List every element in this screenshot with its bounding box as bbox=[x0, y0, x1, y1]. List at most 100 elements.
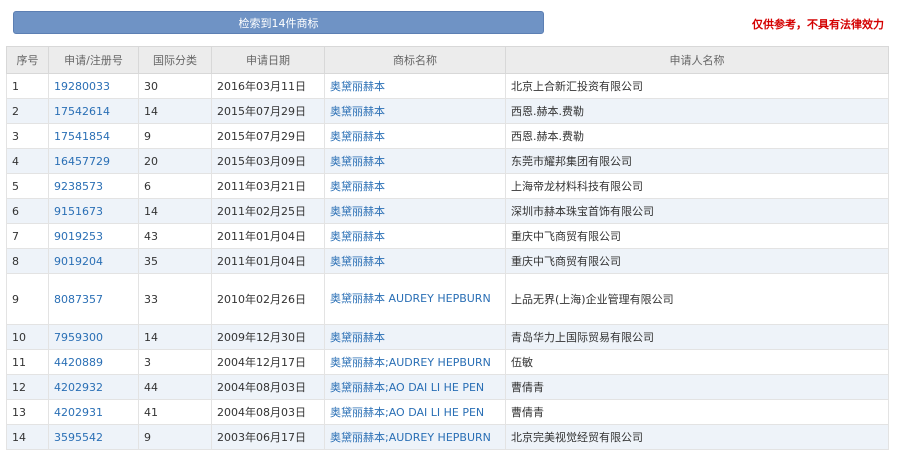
cell-no: 14 bbox=[6, 424, 49, 450]
cell-class: 14 bbox=[138, 198, 212, 224]
cell-no: 13 bbox=[6, 399, 49, 425]
cell-date: 2009年12月30日 bbox=[211, 324, 325, 350]
table-row: 11 4420889 3 2004年12月17日 奥黛丽赫本;AUDREY HEPBUR… bbox=[6, 349, 889, 375]
cell-class: 43 bbox=[138, 223, 212, 249]
cell-applicant: 重庆中飞商贸有限公司 bbox=[505, 223, 889, 249]
toolbar: 检索到14件商标 仅供参考，不具有法律效力 bbox=[0, 0, 900, 44]
cell-reg-no[interactable]: 9019253 bbox=[48, 223, 139, 249]
table-row: 2 17542614 14 2015年07月29日 奥黛丽赫本 西恩.赫本.费勒 bbox=[6, 98, 889, 124]
cell-applicant: 上海帝龙材料科技有限公司 bbox=[505, 173, 889, 199]
cell-date: 2004年12月17日 bbox=[211, 349, 325, 375]
cell-date: 2011年02月25日 bbox=[211, 198, 325, 224]
cell-applicant: 曹倩青 bbox=[505, 399, 889, 425]
cell-class: 6 bbox=[138, 173, 212, 199]
cell-reg-no[interactable]: 9019204 bbox=[48, 248, 139, 274]
cell-mark-name[interactable]: 奥黛丽赫本;AUDREY HEPBURN bbox=[324, 424, 506, 450]
cell-reg-no[interactable]: 19280033 bbox=[48, 73, 139, 99]
cell-no: 3 bbox=[6, 123, 49, 149]
cell-mark-name[interactable]: 奥黛丽赫本 bbox=[324, 324, 506, 350]
cell-reg-no[interactable]: 4202932 bbox=[48, 374, 139, 400]
cell-reg-no[interactable]: 8087357 bbox=[48, 273, 139, 325]
table-row: 10 7959300 14 2009年12月30日 奥黛丽赫本 青岛华力上国际贸易有限公司 bbox=[6, 324, 889, 350]
table-row: 3 17541854 9 2015年07月29日 奥黛丽赫本 西恩.赫本.费勒 bbox=[6, 123, 889, 149]
cell-class: 44 bbox=[138, 374, 212, 400]
header-no: 序号 bbox=[6, 46, 49, 74]
cell-mark-name[interactable]: 奥黛丽赫本 bbox=[324, 98, 506, 124]
cell-reg-no[interactable]: 16457729 bbox=[48, 148, 139, 174]
cell-class: 3 bbox=[138, 349, 212, 375]
cell-mark-name[interactable]: 奥黛丽赫本 bbox=[324, 123, 506, 149]
cell-date: 2015年07月29日 bbox=[211, 98, 325, 124]
cell-date: 2015年07月29日 bbox=[211, 123, 325, 149]
cell-no: 2 bbox=[6, 98, 49, 124]
cell-mark-name[interactable]: 奥黛丽赫本 bbox=[324, 148, 506, 174]
cell-mark-name[interactable]: 奥黛丽赫本;AO DAI LI HE PEN bbox=[324, 374, 506, 400]
cell-no: 4 bbox=[6, 148, 49, 174]
cell-no: 5 bbox=[6, 173, 49, 199]
table-row: 14 3595542 9 2003年06月17日 奥黛丽赫本;AUDREY HEPBUR… bbox=[6, 424, 889, 450]
table-header-row: 序号 申请/注册号 国际分类 申请日期 商标名称 申请人名称 bbox=[6, 46, 889, 74]
table-row: 1 19280033 30 2016年03月11日 奥黛丽赫本 北京上合新汇投资有限公司 bbox=[6, 73, 889, 99]
cell-applicant: 青岛华力上国际贸易有限公司 bbox=[505, 324, 889, 350]
header-date: 申请日期 bbox=[211, 46, 325, 74]
cell-no: 12 bbox=[6, 374, 49, 400]
table-row: 8 9019204 35 2011年01月04日 奥黛丽赫本 重庆中飞商贸有限公司 bbox=[6, 248, 889, 274]
cell-class: 33 bbox=[138, 273, 212, 325]
cell-date: 2011年01月04日 bbox=[211, 248, 325, 274]
cell-mark-name[interactable]: 奥黛丽赫本 bbox=[324, 223, 506, 249]
cell-applicant: 西恩.赫本.费勒 bbox=[505, 123, 889, 149]
cell-date: 2003年06月17日 bbox=[211, 424, 325, 450]
cell-date: 2004年08月03日 bbox=[211, 374, 325, 400]
cell-no: 10 bbox=[6, 324, 49, 350]
cell-date: 2011年03月21日 bbox=[211, 173, 325, 199]
cell-mark-name[interactable]: 奥黛丽赫本 AUDREY HEPBURN bbox=[324, 273, 506, 325]
cell-reg-no[interactable]: 3595542 bbox=[48, 424, 139, 450]
cell-class: 14 bbox=[138, 324, 212, 350]
cell-applicant: 北京上合新汇投资有限公司 bbox=[505, 73, 889, 99]
cell-reg-no[interactable]: 9151673 bbox=[48, 198, 139, 224]
cell-date: 2004年08月03日 bbox=[211, 399, 325, 425]
table-row: 13 4202931 41 2004年08月03日 奥黛丽赫本;AO DAI LI HE… bbox=[6, 399, 889, 425]
cell-reg-no[interactable]: 7959300 bbox=[48, 324, 139, 350]
cell-no: 8 bbox=[6, 248, 49, 274]
cell-mark-name[interactable]: 奥黛丽赫本;AUDREY HEPBURN bbox=[324, 349, 506, 375]
result-count-button[interactable]: 检索到14件商标 bbox=[13, 11, 544, 34]
cell-no: 11 bbox=[6, 349, 49, 375]
cell-reg-no[interactable]: 17541854 bbox=[48, 123, 139, 149]
table-row: 9 8087357 33 2010年02月26日 奥黛丽赫本 AUDREY HEPBUR… bbox=[6, 273, 889, 325]
header-class: 国际分类 bbox=[138, 46, 212, 74]
table-row: 4 16457729 20 2015年03月09日 奥黛丽赫本 东莞市耀邦集团有限公司 bbox=[6, 148, 889, 174]
cell-date: 2015年03月09日 bbox=[211, 148, 325, 174]
cell-applicant: 伍敏 bbox=[505, 349, 889, 375]
cell-applicant: 西恩.赫本.费勒 bbox=[505, 98, 889, 124]
table-row: 6 9151673 14 2011年02月25日 奥黛丽赫本 深圳市赫本珠宝首饰有限公司 bbox=[6, 198, 889, 224]
cell-mark-name[interactable]: 奥黛丽赫本;AO DAI LI HE PEN bbox=[324, 399, 506, 425]
cell-date: 2016年03月11日 bbox=[211, 73, 325, 99]
cell-date: 2010年02月26日 bbox=[211, 273, 325, 325]
header-applicant: 申请人名称 bbox=[505, 46, 889, 74]
cell-no: 6 bbox=[6, 198, 49, 224]
cell-class: 9 bbox=[138, 424, 212, 450]
cell-class: 41 bbox=[138, 399, 212, 425]
cell-class: 35 bbox=[138, 248, 212, 274]
cell-reg-no[interactable]: 4202931 bbox=[48, 399, 139, 425]
table-row: 7 9019253 43 2011年01月04日 奥黛丽赫本 重庆中飞商贸有限公司 bbox=[6, 223, 889, 249]
cell-applicant: 重庆中飞商贸有限公司 bbox=[505, 248, 889, 274]
cell-reg-no[interactable]: 9238573 bbox=[48, 173, 139, 199]
cell-mark-name[interactable]: 奥黛丽赫本 bbox=[324, 198, 506, 224]
cell-applicant: 深圳市赫本珠宝首饰有限公司 bbox=[505, 198, 889, 224]
cell-no: 7 bbox=[6, 223, 49, 249]
disclaimer-text: 仅供参考，不具有法律效力 bbox=[752, 18, 884, 31]
cell-mark-name[interactable]: 奥黛丽赫本 bbox=[324, 73, 506, 99]
cell-reg-no[interactable]: 4420889 bbox=[48, 349, 139, 375]
cell-no: 1 bbox=[6, 73, 49, 99]
cell-mark-name[interactable]: 奥黛丽赫本 bbox=[324, 248, 506, 274]
cell-no: 9 bbox=[6, 273, 49, 325]
cell-applicant: 上品无界(上海)企业管理有限公司 bbox=[505, 273, 889, 325]
cell-applicant: 北京完美视觉经贸有限公司 bbox=[505, 424, 889, 450]
cell-mark-name[interactable]: 奥黛丽赫本 bbox=[324, 173, 506, 199]
cell-class: 20 bbox=[138, 148, 212, 174]
cell-class: 30 bbox=[138, 73, 212, 99]
cell-reg-no[interactable]: 17542614 bbox=[48, 98, 139, 124]
header-reg-no: 申请/注册号 bbox=[48, 46, 139, 74]
